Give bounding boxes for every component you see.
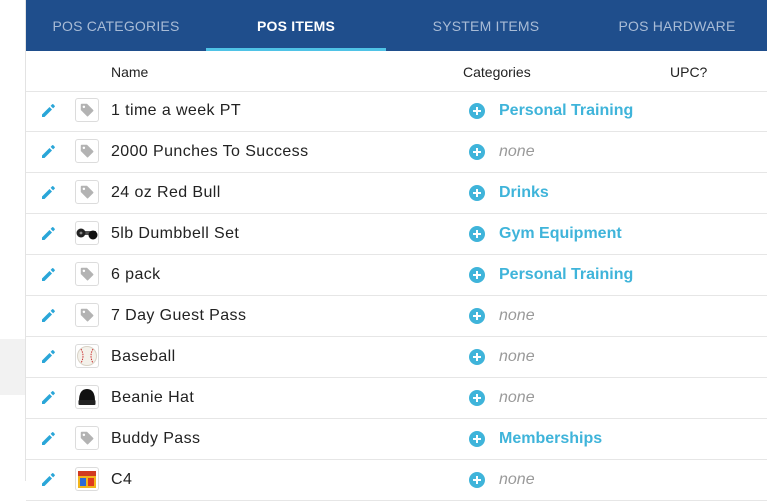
item-name: 7 Day Guest Pass bbox=[111, 307, 247, 324]
tag-icon bbox=[75, 139, 99, 163]
items-table-body: 1 time a week PT Personal Training 2000 Pu… bbox=[26, 91, 767, 501]
table-row: Baseball none bbox=[26, 337, 767, 378]
edit-pencil-icon[interactable] bbox=[40, 103, 56, 119]
edit-pencil-icon[interactable] bbox=[40, 390, 56, 406]
table-row: Buddy Pass Memberships bbox=[26, 419, 767, 460]
tab-pos-hardware[interactable]: POS HARDWARE bbox=[586, 0, 767, 51]
add-category-icon[interactable] bbox=[469, 144, 485, 160]
category-link[interactable]: Gym Equipment bbox=[499, 225, 622, 243]
table-row: 1 time a week PT Personal Training bbox=[26, 91, 767, 132]
add-category-icon[interactable] bbox=[469, 390, 485, 406]
tag-icon bbox=[75, 98, 99, 122]
dumbbell-image bbox=[75, 221, 99, 245]
edit-pencil-icon[interactable] bbox=[40, 144, 56, 160]
tag-icon bbox=[75, 180, 99, 204]
column-header-categories[interactable]: Categories bbox=[463, 64, 531, 80]
table-row: 24 oz Red Bull Drinks bbox=[26, 173, 767, 214]
column-header-name[interactable]: Name bbox=[111, 64, 148, 80]
category-none: none bbox=[499, 143, 535, 160]
item-name: 24 oz Red Bull bbox=[111, 184, 221, 201]
tab-pos-categories[interactable]: POS CATEGORIES bbox=[26, 0, 206, 51]
edit-pencil-icon[interactable] bbox=[40, 267, 56, 283]
category-link[interactable]: Personal Training bbox=[499, 102, 633, 120]
tag-icon bbox=[75, 426, 99, 450]
table-row: 5lb Dumbbell Set Gym Equipment bbox=[26, 214, 767, 255]
edit-pencil-icon[interactable] bbox=[40, 226, 56, 242]
tag-icon bbox=[75, 303, 99, 327]
table-row: 6 pack Personal Training bbox=[26, 255, 767, 296]
add-category-icon[interactable] bbox=[469, 185, 485, 201]
item-name: 2000 Punches To Success bbox=[111, 143, 309, 160]
tag-icon bbox=[75, 262, 99, 286]
edit-pencil-icon[interactable] bbox=[40, 349, 56, 365]
table-row: 2000 Punches To Success none bbox=[26, 132, 767, 173]
item-name: 6 pack bbox=[111, 266, 161, 283]
category-none: none bbox=[499, 471, 535, 488]
tab-system-items[interactable]: SYSTEM ITEMS bbox=[386, 0, 586, 51]
column-header-upc[interactable]: UPC? bbox=[670, 64, 707, 80]
category-none: none bbox=[499, 307, 535, 324]
beanie-image bbox=[75, 385, 99, 409]
add-category-icon[interactable] bbox=[469, 349, 485, 365]
tab-pos-items[interactable]: POS ITEMS bbox=[206, 0, 386, 51]
item-name: 5lb Dumbbell Set bbox=[111, 225, 240, 242]
item-name: Buddy Pass bbox=[111, 430, 201, 447]
add-category-icon[interactable] bbox=[469, 103, 485, 119]
add-category-icon[interactable] bbox=[469, 267, 485, 283]
table-header: Name Categories UPC? bbox=[26, 51, 767, 92]
add-category-icon[interactable] bbox=[469, 308, 485, 324]
add-category-icon[interactable] bbox=[469, 431, 485, 447]
category-link[interactable]: Drinks bbox=[499, 184, 549, 202]
add-category-icon[interactable] bbox=[469, 226, 485, 242]
item-name: Baseball bbox=[111, 348, 176, 365]
edit-pencil-icon[interactable] bbox=[40, 472, 56, 488]
edit-pencil-icon[interactable] bbox=[40, 431, 56, 447]
table-row: Beanie Hat none bbox=[26, 378, 767, 419]
add-category-icon[interactable] bbox=[469, 472, 485, 488]
category-none: none bbox=[499, 389, 535, 406]
pos-items-panel: POS CATEGORIES POS ITEMS SYSTEM ITEMS PO… bbox=[25, 0, 767, 501]
edit-pencil-icon[interactable] bbox=[40, 308, 56, 324]
tab-bar: POS CATEGORIES POS ITEMS SYSTEM ITEMS PO… bbox=[26, 0, 767, 51]
item-name: Beanie Hat bbox=[111, 389, 195, 406]
category-link[interactable]: Personal Training bbox=[499, 266, 633, 284]
item-name: C4 bbox=[111, 471, 133, 488]
baseball-image bbox=[75, 344, 99, 368]
sidebar-shade bbox=[0, 339, 25, 395]
table-row: 7 Day Guest Pass none bbox=[26, 296, 767, 337]
c4-image bbox=[75, 467, 99, 491]
item-name: 1 time a week PT bbox=[111, 102, 242, 119]
edit-pencil-icon[interactable] bbox=[40, 185, 56, 201]
left-sidebar-edge bbox=[0, 0, 25, 481]
category-link[interactable]: Memberships bbox=[499, 430, 602, 448]
category-none: none bbox=[499, 348, 535, 365]
